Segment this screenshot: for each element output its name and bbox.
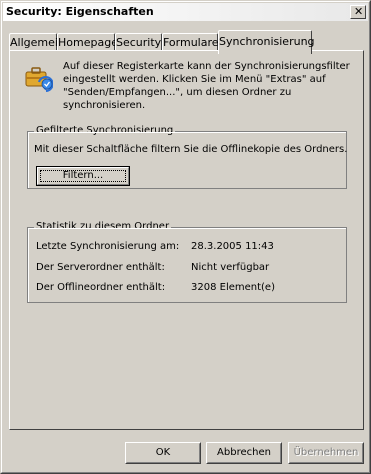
cancel-button-label: Abbrechen — [217, 447, 271, 458]
window-title: Security: Eigenschaften — [6, 5, 154, 18]
title-bar[interactable]: Security: Eigenschaften ✕ — [3, 3, 368, 21]
close-icon: ✕ — [354, 5, 364, 18]
filter-button[interactable]: Filtern... — [36, 166, 130, 186]
tab-label: Security — [116, 36, 162, 49]
ok-button[interactable]: OK — [125, 442, 201, 464]
tab-label: Synchronisierung — [219, 35, 315, 48]
sync-briefcase-icon — [25, 67, 53, 92]
stat-value-offline-folder: 3208 Element(e) — [191, 282, 275, 293]
tab-strip: Allgemein Homepage Security Formulare Sy… — [9, 30, 364, 54]
apply-button[interactable]: Übernehmen — [288, 442, 364, 464]
stat-label-offline-folder: Der Offlineordner enthält: — [36, 282, 166, 293]
tab-synchronisierung[interactable]: Synchronisierung — [218, 30, 315, 54]
tab-label: Homepage — [58, 36, 118, 49]
stat-value-server-folder: Nicht verfügbar — [191, 262, 270, 273]
group-title: Statistik zu diesem Ordner — [34, 220, 172, 234]
filter-button-label: Filtern... — [62, 170, 104, 181]
group-title: Gefilterte Synchronisierung — [34, 124, 176, 138]
close-button[interactable]: ✕ — [350, 5, 366, 19]
filter-description: Mit dieser Schaltfläche filtern Sie die … — [34, 144, 348, 155]
properties-dialog: Security: Eigenschaften ✕ Allgemein Home… — [0, 0, 371, 474]
tab-label: Formulare — [163, 36, 219, 49]
folder-stats-group: Statistik zu diesem Ordner Letzte Synchr… — [27, 220, 347, 303]
ok-button-label: OK — [155, 447, 171, 458]
cancel-button[interactable]: Abbrechen — [206, 442, 282, 464]
stat-value-last-sync: 28.3.2005 11:43 — [191, 241, 274, 252]
stat-label-last-sync: Letzte Synchronisierung am: — [36, 241, 180, 252]
stat-label-server-folder: Der Serverordner enthält: — [36, 262, 165, 273]
info-description: Auf dieser Registerkarte kann der Synchr… — [63, 61, 350, 111]
apply-button-label: Übernehmen — [293, 447, 359, 458]
filtered-sync-group: Gefilterte Synchronisierung Mit dieser S… — [27, 124, 348, 189]
